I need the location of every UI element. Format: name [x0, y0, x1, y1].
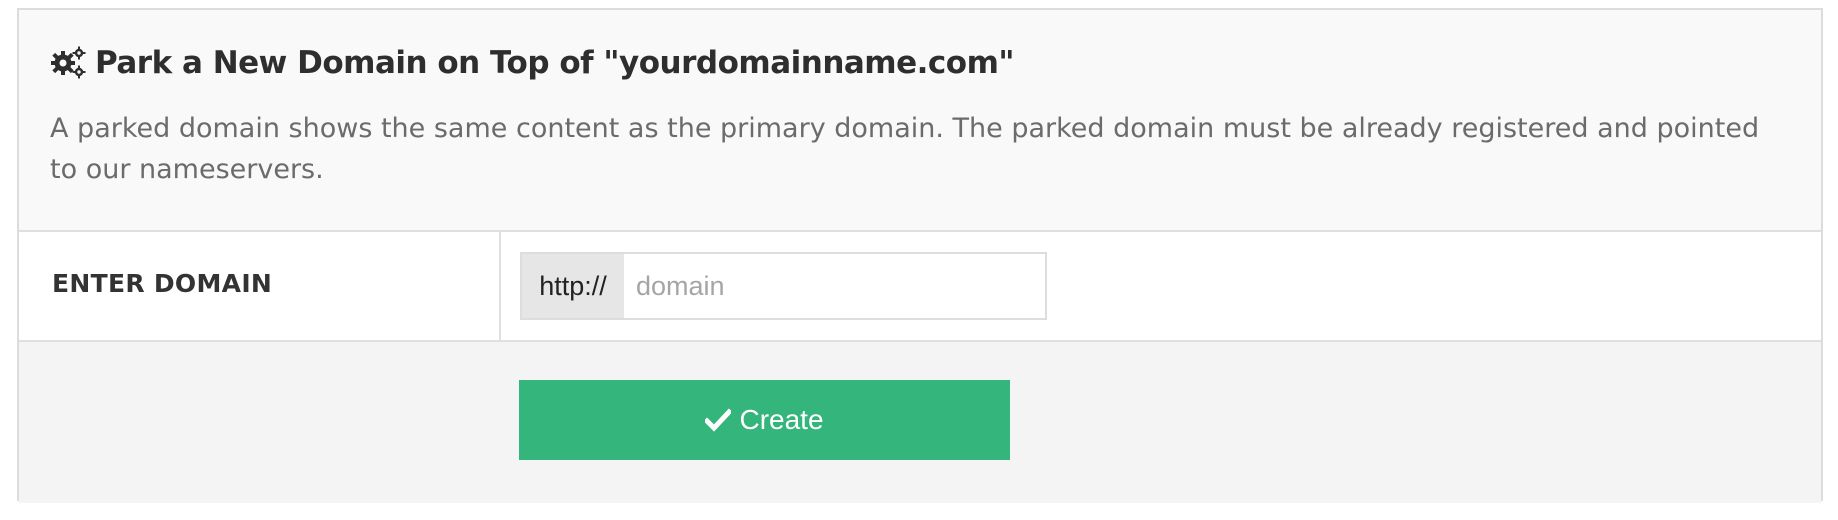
create-button[interactable]: Create: [519, 380, 1010, 460]
domain-input[interactable]: [624, 254, 1045, 318]
http-prefix: http://: [522, 254, 624, 318]
park-domain-panel: Park a New Domain on Top of "yourdomainn…: [17, 8, 1823, 503]
form-input-cell: http://: [501, 232, 1821, 340]
form-label-cell: ENTER DOMAIN: [19, 232, 501, 340]
enter-domain-label: ENTER DOMAIN: [52, 268, 273, 298]
gears-icon: [50, 45, 86, 81]
create-button-label: Create: [739, 404, 824, 435]
panel-description: A parked domain shows the same content a…: [50, 113, 1760, 185]
enter-domain-row: ENTER DOMAIN http://: [19, 232, 1821, 342]
domain-input-group: http://: [520, 252, 1047, 320]
panel-title-text: Park a New Domain on Top of "yourdomainn…: [95, 45, 1015, 81]
panel-title: Park a New Domain on Top of "yourdomainn…: [50, 40, 1790, 86]
check-icon: [705, 407, 732, 433]
panel-header: Park a New Domain on Top of "yourdomainn…: [19, 10, 1821, 232]
form-actions: Create: [19, 342, 1821, 503]
